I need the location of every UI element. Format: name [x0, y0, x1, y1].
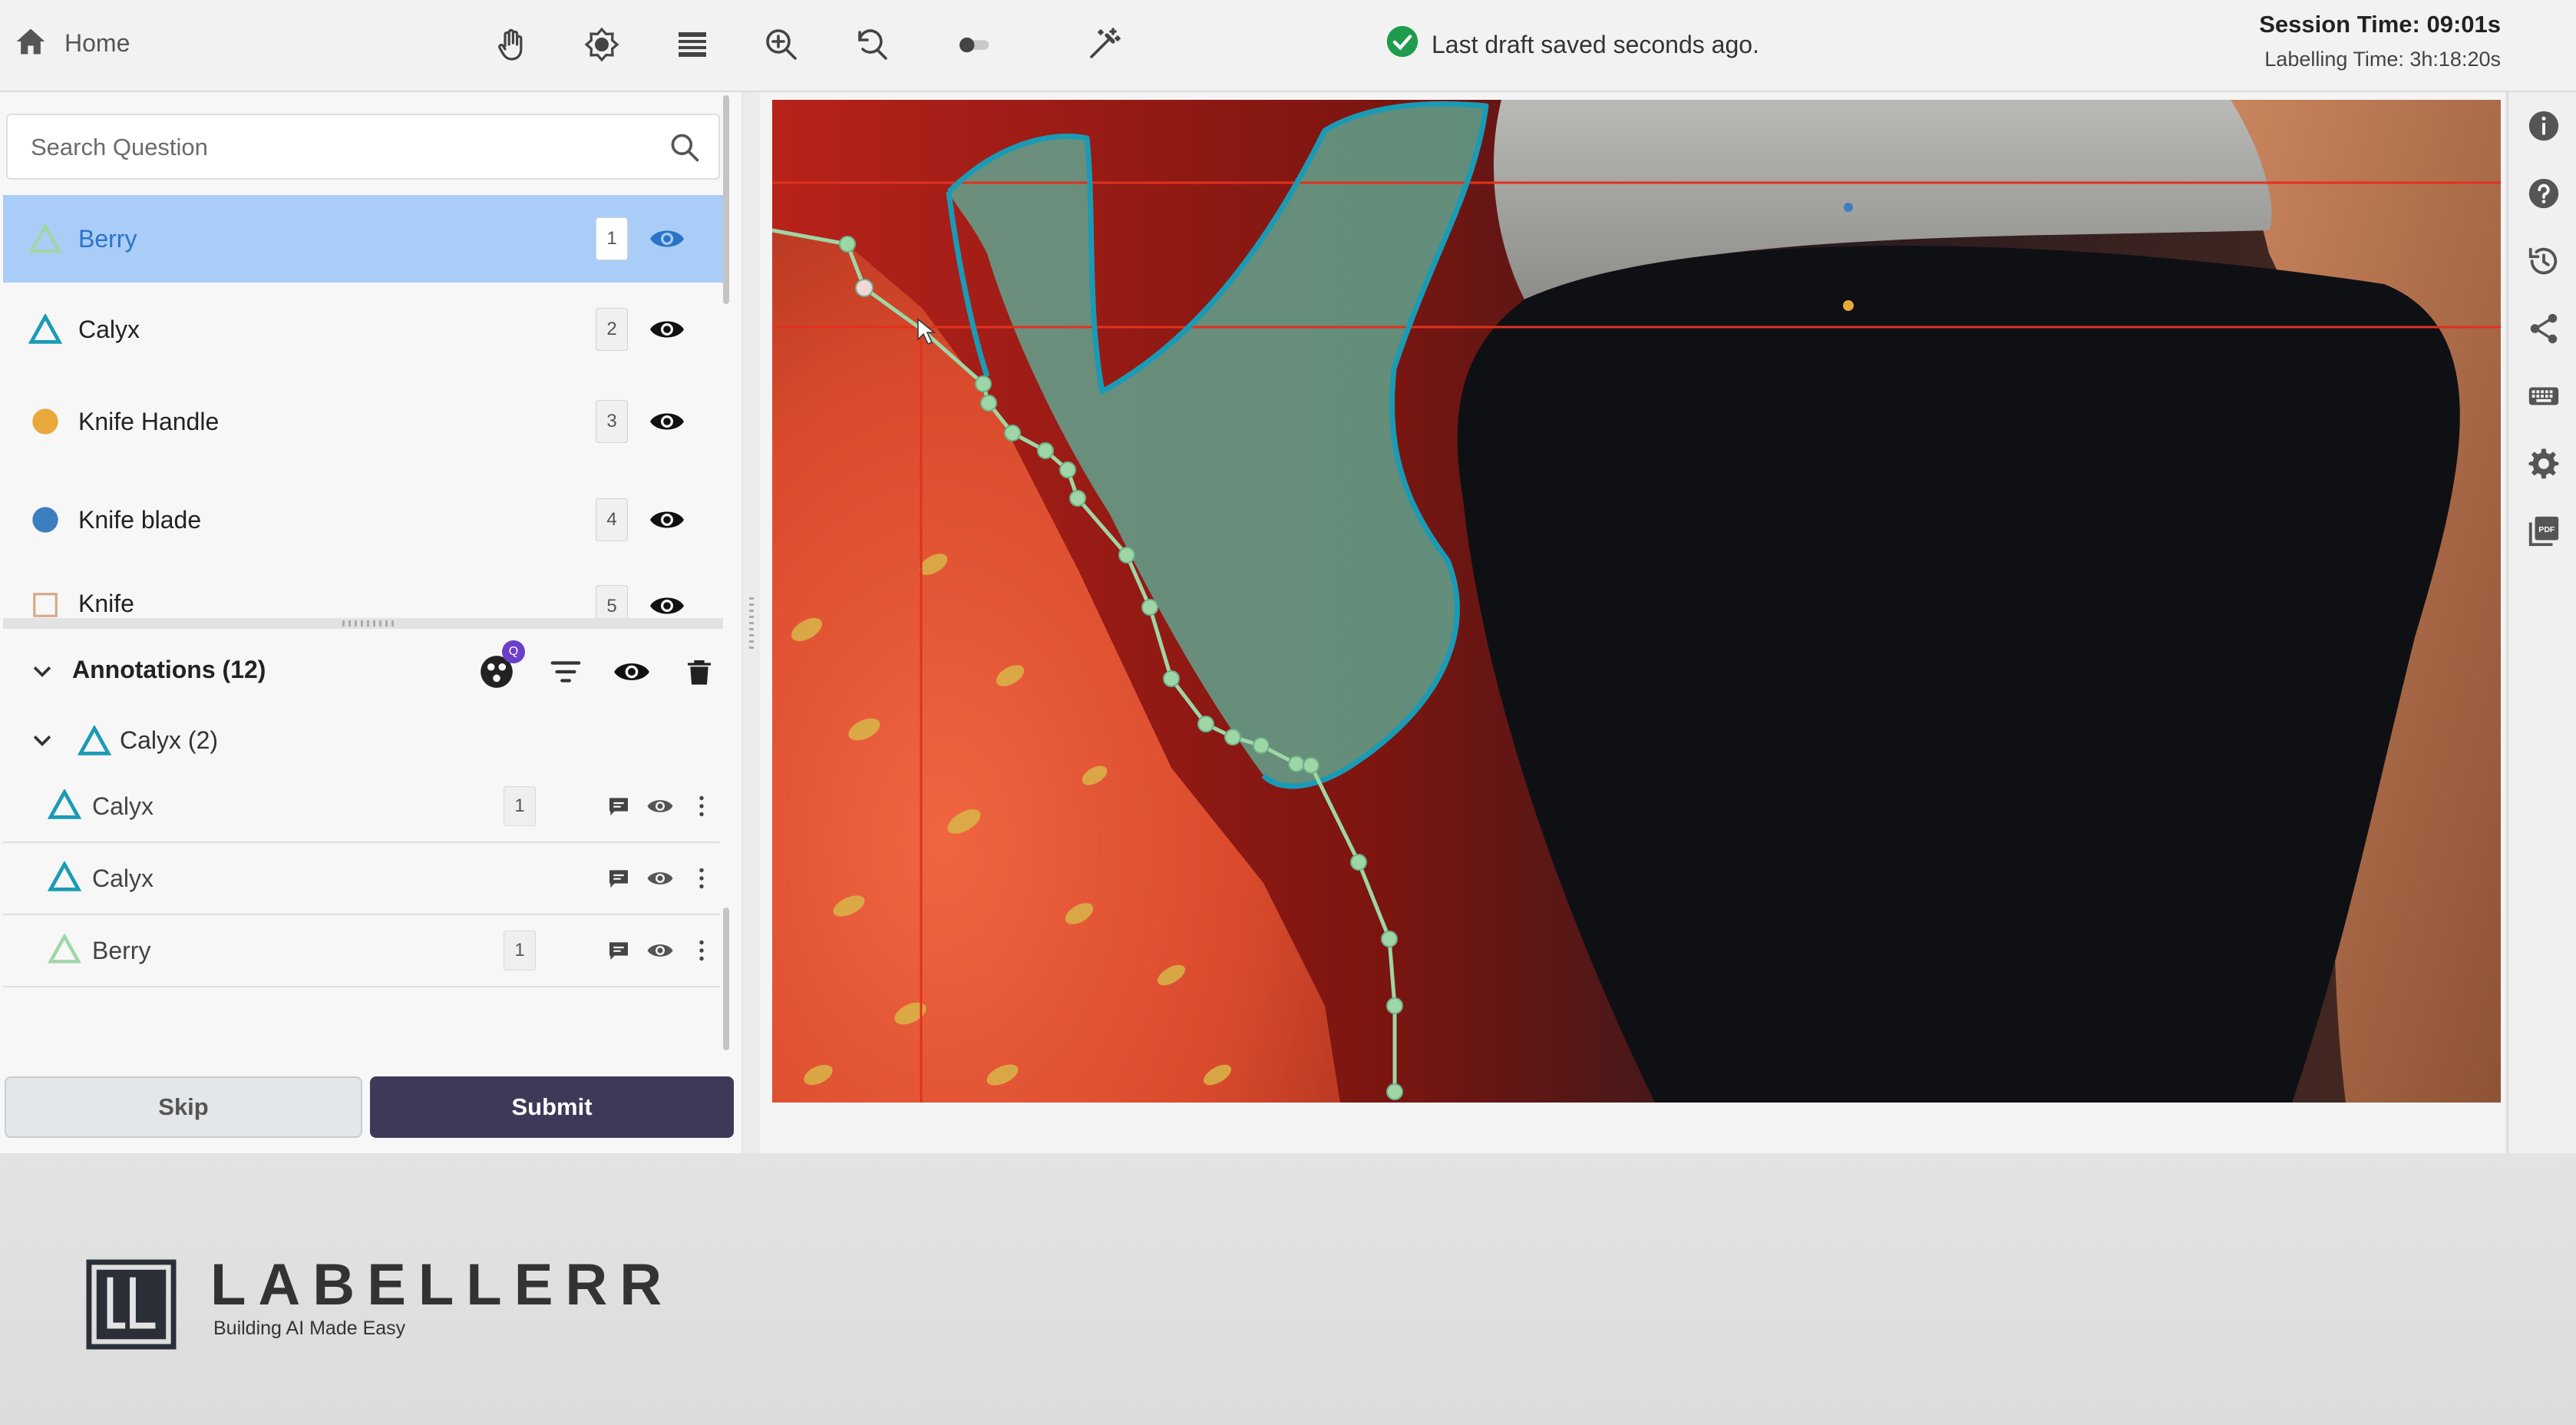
class-item-calyx[interactable]: Calyx 2	[3, 286, 723, 373]
eye-icon[interactable]	[643, 309, 691, 350]
polygon-icon	[74, 720, 115, 762]
chevron-down-icon[interactable]	[21, 651, 63, 693]
svg-text:PDF: PDF	[2538, 525, 2555, 534]
class-label: Calyx	[78, 315, 140, 343]
search-input[interactable]	[29, 115, 646, 180]
pdf-icon[interactable]: PDF	[2524, 511, 2564, 551]
keyboard-icon[interactable]	[2524, 376, 2564, 416]
check-circle-icon	[1385, 25, 1419, 64]
submit-button[interactable]: Submit	[370, 1076, 734, 1138]
polygon-icon	[47, 788, 83, 825]
brightness-icon[interactable]	[577, 20, 626, 69]
trash-icon[interactable]	[679, 651, 720, 693]
draft-status-text: Last draft saved seconds ago.	[1432, 30, 1759, 58]
info-icon[interactable]	[2524, 106, 2564, 146]
resize-handle[interactable]	[342, 620, 396, 627]
class-item-knife-blade[interactable]: Knife blade 4	[3, 476, 723, 564]
comment-icon[interactable]	[602, 861, 636, 895]
annotation-list-scrollbar[interactable]	[723, 908, 729, 1050]
filter-icon[interactable]	[545, 651, 586, 693]
labellerr-logo	[86, 1259, 177, 1350]
hotkey-badge: 3	[596, 400, 628, 443]
zoom-reset-icon[interactable]	[847, 20, 897, 69]
class-label: Knife blade	[78, 505, 202, 534]
annotation-label: Calyx	[92, 792, 154, 820]
draft-status: Last draft saved seconds ago.	[1385, 25, 1759, 64]
eye-icon[interactable]	[643, 499, 691, 541]
eye-icon[interactable]	[643, 789, 677, 823]
comment-icon[interactable]	[602, 789, 636, 823]
history-icon[interactable]	[2524, 241, 2564, 281]
class-list-scrollbar[interactable]	[723, 95, 729, 304]
knife-blade-keypoint[interactable]	[1844, 203, 1853, 212]
class-item-knife[interactable]: Knife 5	[3, 562, 723, 619]
annotation-label: Berry	[92, 937, 151, 964]
settings-icon[interactable]	[2524, 444, 2564, 484]
class-label: Berry	[78, 224, 137, 253]
polygon-icon	[47, 860, 83, 897]
eye-icon[interactable]	[643, 585, 691, 619]
group-label: Calyx (2)	[120, 726, 219, 754]
eye-icon[interactable]	[643, 861, 677, 895]
chevron-down-icon[interactable]	[21, 720, 63, 762]
annotation-item[interactable]: Calyx 1	[3, 771, 720, 843]
annotation-item[interactable]: Berry 1	[3, 915, 720, 987]
eye-icon[interactable]	[643, 934, 677, 967]
search-box	[6, 114, 720, 180]
annotation-group-calyx[interactable]: Calyx (2)	[3, 711, 723, 769]
zoom-in-icon[interactable]	[757, 20, 806, 69]
hotkey-badge: 5	[596, 585, 628, 619]
knife-handle-keypoint[interactable]	[1843, 300, 1854, 311]
hotkey-badge: 4	[596, 498, 628, 541]
annotations-header: Annotations (12) Q	[3, 640, 723, 700]
more-options-icon[interactable]	[685, 789, 718, 823]
eye-icon[interactable]	[643, 401, 691, 442]
eye-icon[interactable]	[611, 651, 652, 693]
polygon-icon	[28, 312, 63, 347]
class-item-knife-handle[interactable]: Knife Handle 3	[3, 378, 723, 465]
annotation-canvas[interactable]	[772, 100, 2501, 1103]
home-icon	[14, 25, 48, 62]
eye-icon[interactable]	[643, 218, 691, 260]
dot-icon	[28, 502, 63, 537]
annotation-count-badge: 1	[504, 786, 536, 826]
more-options-icon[interactable]	[685, 861, 718, 895]
box-icon	[28, 587, 63, 619]
brand-tagline: Building AI Made Easy	[213, 1318, 406, 1339]
more-options-icon[interactable]	[685, 934, 718, 967]
hotkey-badge: 2	[596, 308, 628, 351]
dot-icon	[28, 404, 63, 439]
class-label: Knife	[78, 590, 134, 617]
home-label: Home	[64, 28, 130, 57]
top-bar	[0, 0, 2576, 92]
help-icon[interactable]	[2524, 174, 2564, 213]
polygon-icon	[48, 933, 83, 969]
class-item-berry[interactable]: Berry 1	[3, 195, 723, 283]
annotation-item[interactable]: Calyx	[3, 843, 720, 915]
class-label: Knife Handle	[78, 407, 220, 435]
magic-wand-icon[interactable]	[1079, 20, 1128, 69]
pan-hand-icon[interactable]	[487, 20, 536, 69]
session-time: Session Time: 09:01s	[2259, 11, 2501, 38]
skip-button[interactable]: Skip	[5, 1076, 362, 1138]
annotation-label: Calyx	[92, 865, 154, 892]
toggle-switch[interactable]	[940, 20, 1010, 69]
home-button[interactable]: Home	[14, 21, 130, 64]
polygon-icon	[28, 221, 63, 256]
brand-name: LABELLERR	[210, 1252, 675, 1318]
layers-icon[interactable]	[668, 20, 717, 69]
annotations-title: Annotations (12)	[72, 656, 266, 683]
splitter-grip[interactable]	[749, 597, 754, 651]
annotation-count-badge: 1	[504, 931, 536, 970]
knife-handle-region	[1457, 246, 2460, 1103]
hotkey-badge: 1	[596, 217, 628, 260]
ai-badge: Q	[502, 640, 525, 663]
share-icon[interactable]	[2524, 309, 2564, 349]
search-icon[interactable]	[668, 131, 702, 168]
labelling-time: Labelling Time: 3h:18:20s	[2264, 48, 2501, 71]
comment-icon[interactable]	[602, 934, 636, 967]
